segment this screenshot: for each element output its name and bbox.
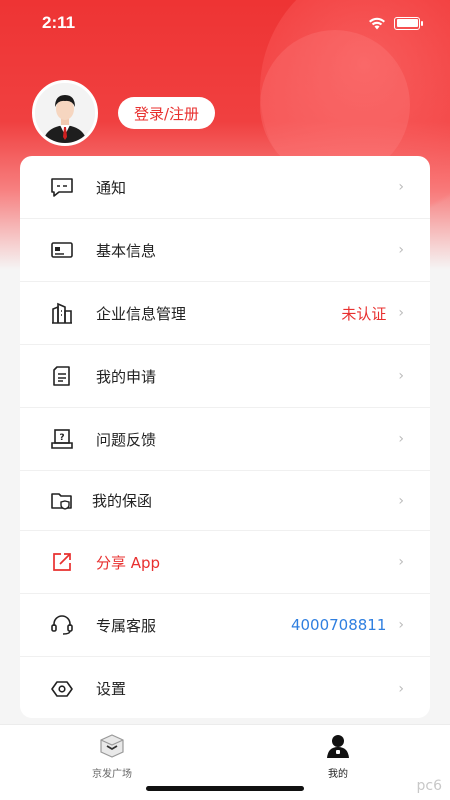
menu-item-label: 通知 [96,178,127,197]
avatar[interactable] [32,80,98,146]
share-icon [50,550,74,574]
id-card-icon [50,238,74,262]
menu-item-label: 基本信息 [96,241,157,260]
chevron-right-icon: › [398,179,404,195]
home-indicator [146,786,304,791]
chevron-right-icon: › [398,431,404,447]
tab-square[interactable]: 京发广场 [62,733,162,780]
menu-card: 通知 › 基本信息 › 企业信息管理 未认证 › 我的申请 › ? 问题反馈 › [20,156,430,718]
menu-item-label: 专属客服 [96,616,157,635]
chevron-right-icon: › [398,554,404,570]
menu-item-label: 我的保函 [92,492,153,510]
tab-mine[interactable]: 我的 [288,733,388,780]
message-icon [50,175,74,199]
menu-item-my-guarantees[interactable]: 我的保函 › [20,471,430,531]
service-phone[interactable]: 4000708811 [291,616,386,634]
menu-item-enterprise-info[interactable]: 企业信息管理 未认证 › [20,282,430,345]
menu-item-feedback[interactable]: ? 问题反馈 › [20,408,430,471]
menu-item-settings[interactable]: 设置 › [20,657,430,718]
menu-item-customer-service[interactable]: 专属客服 4000708811 › [20,594,430,657]
square-box-icon [99,733,125,759]
document-icon [50,364,74,388]
verification-status: 未认证 [341,304,387,323]
status-icons [368,16,423,30]
feedback-icon: ? [50,427,74,451]
login-register-button[interactable]: 登录/注册 [118,97,216,129]
chevron-right-icon: › [398,492,404,509]
menu-item-label: 设置 [96,680,127,698]
menu-item-my-applications[interactable]: 我的申请 › [20,345,430,408]
menu-item-share-app[interactable]: 分享 App › [20,531,430,594]
building-icon [50,301,74,325]
tab-label: 我的 [328,769,348,780]
tab-label: 京发广场 [92,769,132,780]
menu-item-label: 我的申请 [96,367,157,386]
person-icon [325,733,351,759]
avatar-person-icon [35,83,95,143]
profile-section: 登录/注册 [32,80,216,146]
wifi-icon [369,17,385,29]
battery-icon [394,16,423,30]
menu-item-label: 企业信息管理 [96,304,187,323]
chevron-right-icon: › [398,242,404,258]
chevron-right-icon: › [398,305,404,321]
status-bar: 2:11 [0,0,450,46]
folder-shield-icon [50,489,74,513]
watermark: pc6 [416,778,443,794]
svg-text:?: ? [59,433,64,443]
status-time: 2:11 [42,13,76,32]
menu-item-label: 分享 App [96,553,161,572]
menu-item-label: 问题反馈 [96,430,157,449]
chevron-right-icon: › [398,680,404,697]
menu-item-notifications[interactable]: 通知 › [20,156,430,219]
menu-item-basic-info[interactable]: 基本信息 › [20,219,430,282]
chevron-right-icon: › [398,617,404,633]
settings-icon [50,677,74,701]
headset-icon [50,613,74,637]
chevron-right-icon: › [398,368,404,384]
